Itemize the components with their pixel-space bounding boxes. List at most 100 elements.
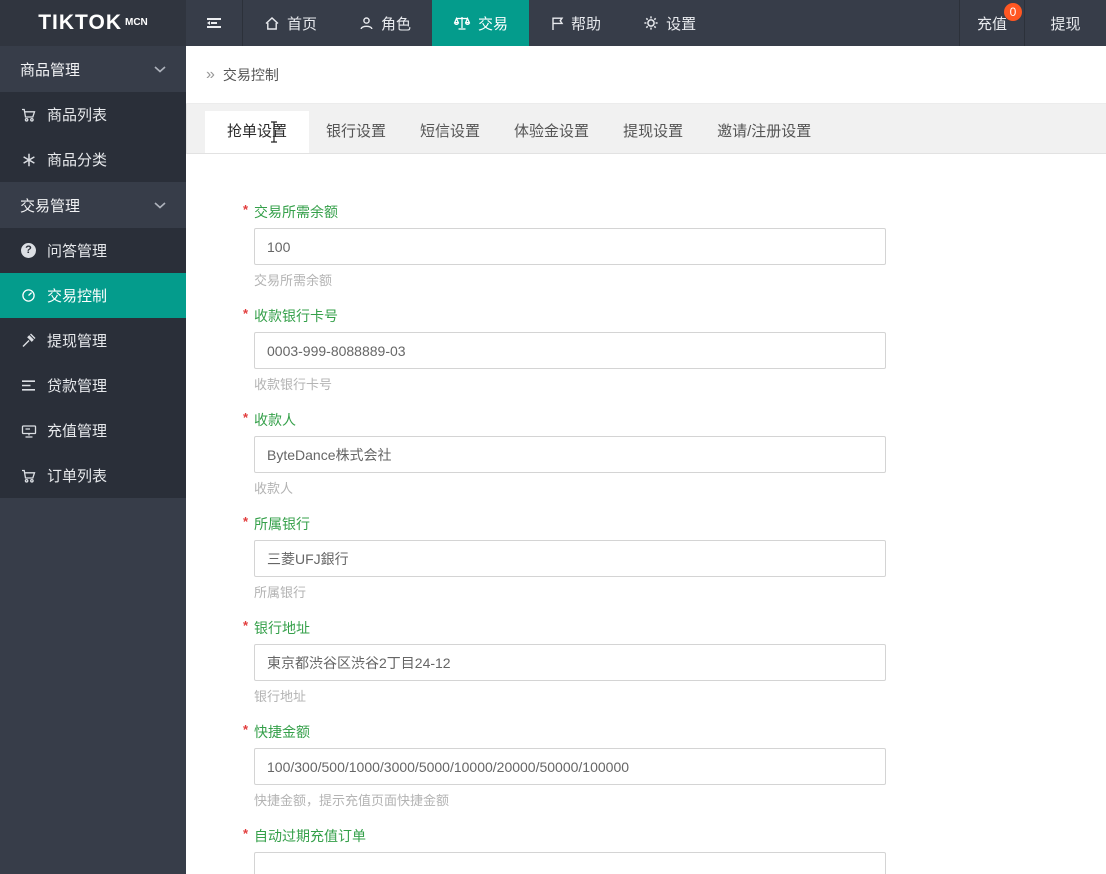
sidebar-group-trade[interactable]: 交易管理 <box>0 182 186 228</box>
sidebar-collapse-button[interactable] <box>186 0 243 46</box>
field-label: * 银行地址 <box>243 618 310 636</box>
sidebar-submenu-trade: ? 问答管理 交易控制 提现管理 贷款管理 充值管理 订单列表 <box>0 228 186 498</box>
bank-card-number-input[interactable] <box>254 332 886 369</box>
question-circle-icon: ? <box>20 243 37 258</box>
tab-label: 提现设置 <box>623 123 684 140</box>
tab-trial-fund-settings[interactable]: 体验金设置 <box>497 111 606 153</box>
gauge-icon <box>20 288 37 303</box>
field-label: * 交易所需余额 <box>243 202 338 220</box>
tab-withdraw-settings[interactable]: 提现设置 <box>606 111 700 153</box>
sidebar-item-withdraw-management[interactable]: 提现管理 <box>0 318 186 363</box>
gear-icon <box>643 15 659 31</box>
required-asterisk: * <box>243 410 249 425</box>
app-logo: TIKTOK MCN <box>0 0 186 46</box>
field-label: * 收款银行卡号 <box>243 306 338 324</box>
tab-sms-settings[interactable]: 短信设置 <box>403 111 497 153</box>
breadcrumb-arrows-icon: » <box>206 65 215 83</box>
logo-sup: MCN <box>125 16 148 28</box>
flag-icon <box>550 16 564 31</box>
recharge-label: 充值 <box>976 15 1007 33</box>
tab-label: 银行设置 <box>326 123 387 140</box>
tab-label: 抢单设置 <box>227 123 288 140</box>
sidebar-item-product-list[interactable]: 商品列表 <box>0 92 186 137</box>
tab-bank-settings[interactable]: 银行设置 <box>309 111 403 153</box>
form-field-bank-name: * 所属银行 所属银行 <box>243 514 1106 601</box>
sidebar-item-qa-management[interactable]: ? 问答管理 <box>0 228 186 273</box>
cart-icon <box>20 469 37 483</box>
nav-item-label: 角色 <box>381 15 412 33</box>
sidebar-item-label: 提现管理 <box>47 333 108 350</box>
tab-label: 短信设置 <box>420 123 481 140</box>
helper-text: 快捷金额，提示充值页面快捷金额 <box>254 793 450 808</box>
list-lines-icon <box>20 379 37 392</box>
sidebar-item-label: 交易控制 <box>47 288 108 305</box>
board-icon <box>20 424 37 438</box>
sidebar-item-trade-control[interactable]: 交易控制 <box>0 273 186 318</box>
sidebar-item-order-list[interactable]: 订单列表 <box>0 453 186 498</box>
sidebar-item-label: 贷款管理 <box>47 378 108 395</box>
sidebar-item-label: 订单列表 <box>47 468 108 485</box>
bank-name-input[interactable] <box>254 540 886 577</box>
sidebar-item-label: 问答管理 <box>47 243 108 260</box>
sidebar-item-label: 商品列表 <box>47 107 108 124</box>
nav-item-label: 首页 <box>287 15 318 33</box>
nav-item-label: 设置 <box>666 15 697 33</box>
auto-expire-order-input[interactable] <box>254 852 886 874</box>
payee-input[interactable] <box>254 436 886 473</box>
cart-icon <box>20 108 37 122</box>
sidebar: 商品管理 商品列表 商品分类 交易管理 ? 问答管理 交易控制 提现管理 贷款管… <box>0 46 186 874</box>
form-field-payee: * 收款人 收款人 <box>243 410 1106 497</box>
user-icon <box>359 16 374 31</box>
sidebar-group-products[interactable]: 商品管理 <box>0 46 186 92</box>
recharge-count-badge: 0 <box>1004 3 1022 21</box>
helper-text: 交易所需余额 <box>254 273 333 288</box>
sidebar-item-label: 充值管理 <box>47 423 108 440</box>
scales-icon <box>453 15 471 31</box>
admin-page: TIKTOK MCN 首页 角色 交易 帮助 设置 充值 0 提现 商品管理 商… <box>0 0 1106 874</box>
tab-grab-order-settings[interactable]: 抢单设置 <box>205 111 310 153</box>
chevron-down-icon <box>154 65 166 73</box>
form-field-required-balance: * 交易所需余额 交易所需余额 <box>243 202 1106 289</box>
home-icon <box>264 16 280 31</box>
sidebar-item-recharge-management[interactable]: 充值管理 <box>0 408 186 453</box>
helper-text: 银行地址 <box>254 689 307 704</box>
required-asterisk: * <box>243 202 249 217</box>
withdraw-label: 提现 <box>1050 15 1081 33</box>
sidebar-item-product-category[interactable]: 商品分类 <box>0 137 186 182</box>
tab-label: 邀请/注册设置 <box>717 123 812 140</box>
nav-item-role[interactable]: 角色 <box>338 0 432 46</box>
page-title: 交易控制 <box>222 66 279 83</box>
form-field-bank-card-number: * 收款银行卡号 收款银行卡号 <box>243 306 1106 393</box>
field-label: * 所属银行 <box>243 514 310 532</box>
nav-item-trade[interactable]: 交易 <box>432 0 530 46</box>
bank-address-input[interactable] <box>254 644 886 681</box>
required-asterisk: * <box>243 306 249 321</box>
sidebar-group-label: 商品管理 <box>20 61 81 79</box>
chevron-down-icon <box>154 201 166 209</box>
sidebar-group-label: 交易管理 <box>20 197 81 215</box>
quick-amounts-input[interactable] <box>254 748 886 785</box>
logo-text: TIKTOK <box>38 11 122 34</box>
sidebar-item-loan-management[interactable]: 贷款管理 <box>0 363 186 408</box>
recharge-button[interactable]: 充值 0 <box>959 0 1024 46</box>
form-field-auto-expire-order: * 自动过期充值订单 <box>243 826 1106 874</box>
field-label: * 快捷金额 <box>243 722 310 740</box>
form-field-quick-amounts: * 快捷金额 快捷金额，提示充值页面快捷金额 <box>243 722 1106 809</box>
withdraw-button[interactable]: 提现 <box>1024 0 1106 46</box>
settings-form: * 交易所需余额 交易所需余额 * 收款银行卡号 收款银行卡号 * 收款人 <box>186 154 1106 874</box>
header-right: 充值 0 提现 <box>959 0 1106 46</box>
gavel-icon <box>20 333 37 348</box>
required-asterisk: * <box>243 826 249 841</box>
nav-item-help[interactable]: 帮助 <box>529 0 622 46</box>
helper-text: 收款银行卡号 <box>254 377 333 392</box>
breadcrumb: » 交易控制 <box>186 46 1106 104</box>
nav-item-home[interactable]: 首页 <box>243 0 338 46</box>
required-balance-input[interactable] <box>254 228 886 265</box>
helper-text: 所属银行 <box>254 585 307 600</box>
field-label: * 自动过期充值订单 <box>243 826 366 844</box>
nav-item-label: 交易 <box>478 15 509 33</box>
top-header: TIKTOK MCN 首页 角色 交易 帮助 设置 充值 0 提现 <box>0 0 1106 46</box>
tab-invite-register-settings[interactable]: 邀请/注册设置 <box>700 111 828 153</box>
helper-text: 收款人 <box>254 481 294 496</box>
nav-item-settings[interactable]: 设置 <box>622 0 717 46</box>
